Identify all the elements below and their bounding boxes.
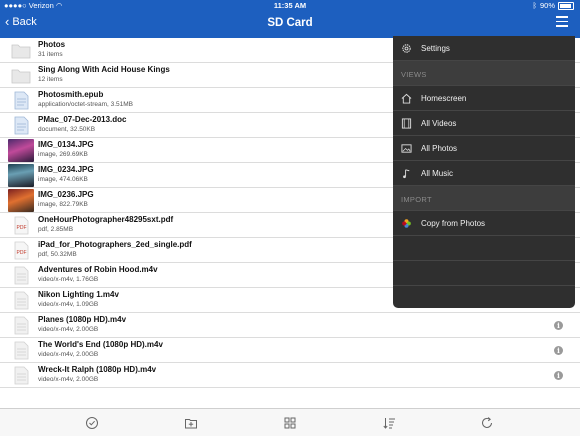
battery-percent: 90% (539, 1, 555, 10)
file-row-video-planes[interactable]: Planes (1080p HD).m4v video/x-m4v, 2.00G… (0, 313, 580, 338)
file-row-video-worlds-end[interactable]: The World's End (1080p HD).m4v video/x-m… (0, 338, 580, 363)
info-icon[interactable]: i (554, 321, 563, 330)
image-thumbnail (8, 189, 34, 212)
svg-text:PDF: PDF (17, 225, 27, 231)
svg-text:PDF: PDF (17, 250, 27, 256)
navigation-bar: ●●●●○ Verizon ◠ 11:35 AM ᛒ 90% ‹ Back SD… (0, 0, 580, 38)
pdf-icon: PDF (14, 241, 29, 260)
menu-item-homescreen[interactable]: Homescreen (393, 86, 575, 111)
grid-view-icon[interactable] (283, 416, 297, 430)
file-row-video-wreck-it-ralph[interactable]: Wreck-It Ralph (1080p HD).m4v video/x-m4… (0, 363, 580, 388)
gear-icon (402, 44, 411, 53)
video-file-icon (14, 291, 29, 310)
folder-icon (11, 44, 31, 59)
photos-app-icon (402, 219, 411, 228)
photo-icon (401, 144, 412, 153)
info-icon[interactable]: i (554, 371, 563, 380)
menu-panel: Settings VIEWS Homescreen All Videos All… (393, 36, 575, 308)
document-icon (14, 116, 29, 135)
menu-item-copy-from-photos[interactable]: Copy from Photos (393, 211, 575, 236)
image-thumbnail (8, 139, 34, 162)
image-thumbnail (8, 164, 34, 187)
status-bar: ●●●●○ Verizon ◠ 11:35 AM ᛒ 90% (0, 0, 580, 12)
menu-item-all-photos[interactable]: All Photos (393, 136, 575, 161)
menu-section-import: IMPORT (393, 186, 575, 211)
sort-icon[interactable] (382, 416, 396, 430)
menu-empty-row (393, 236, 575, 261)
bottom-toolbar (0, 408, 580, 436)
bluetooth-icon: ᛒ (532, 1, 537, 10)
clock: 11:35 AM (273, 1, 307, 10)
menu-empty-row (393, 261, 575, 286)
page-title: SD Card (267, 17, 313, 29)
music-note-icon (403, 169, 410, 179)
document-icon (14, 91, 29, 110)
select-checkmark-icon[interactable] (85, 416, 99, 430)
video-file-icon (14, 366, 29, 385)
video-file-icon (14, 266, 29, 285)
menu-section-views: VIEWS (393, 61, 575, 86)
info-icon[interactable]: i (554, 346, 563, 355)
film-icon (401, 118, 412, 129)
video-file-icon (14, 316, 29, 335)
menu-icon[interactable] (556, 16, 568, 27)
home-icon (401, 93, 412, 104)
battery-icon (558, 1, 574, 10)
menu-item-settings[interactable]: Settings (393, 36, 575, 61)
refresh-icon[interactable] (480, 416, 494, 430)
menu-item-all-videos[interactable]: All Videos (393, 111, 575, 136)
menu-item-all-music[interactable]: All Music (393, 161, 575, 186)
video-file-icon (14, 341, 29, 360)
folder-icon (11, 69, 31, 84)
pdf-icon: PDF (14, 216, 29, 235)
new-folder-icon[interactable] (184, 416, 198, 430)
